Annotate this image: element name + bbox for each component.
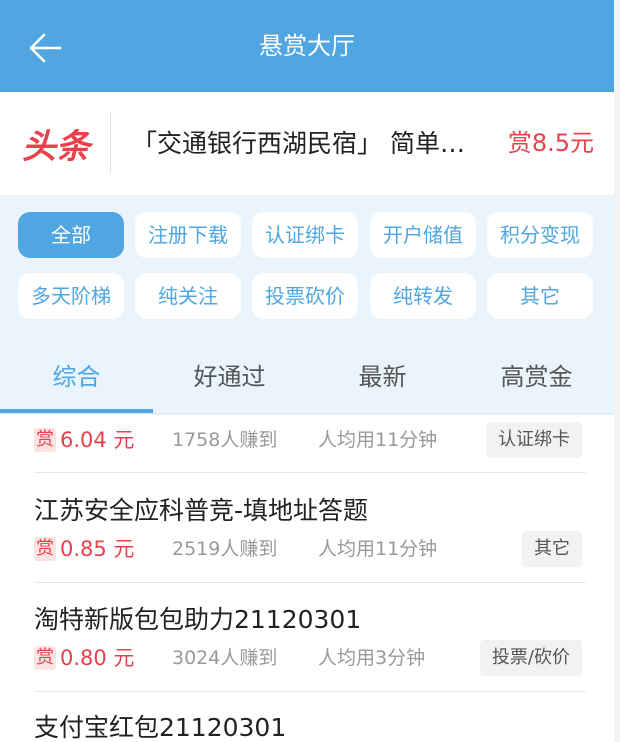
category-tag: 投票/砍价: [479, 640, 582, 676]
filter-chip-vote[interactable]: 投票砍价: [252, 273, 358, 319]
reward-badge: 赏: [34, 428, 56, 452]
average-time: 人均用3分钟: [318, 647, 426, 669]
filter-chip-other[interactable]: 其它: [487, 273, 593, 319]
svg-text:头条: 头条: [22, 127, 94, 167]
headline-news-text[interactable]: 「交通银行西湖民宿」 简单…: [132, 92, 472, 195]
average-time: 人均用11分钟: [318, 538, 438, 560]
headline-banner[interactable]: 头条 「交通银行西湖民宿」 简单… 赏8.5元: [0, 92, 614, 195]
reward-amount: 0.85 元: [60, 537, 135, 561]
task-row[interactable]: 支付宝红包21120301: [34, 710, 586, 742]
task-meta: 赏 0.85 元 2519人赚到 人均用11分钟 其它: [34, 531, 586, 567]
earned-count: 3024人赚到: [172, 647, 278, 669]
tabs-divider: [0, 413, 614, 414]
task-row[interactable]: 淘特新版包包助力21120301 赏 0.80 元 3024人赚到 人均用3分钟…: [34, 602, 586, 676]
filter-chip-follow[interactable]: 纯关注: [135, 273, 241, 319]
page-title: 悬赏大厅: [259, 32, 355, 60]
task-meta: 赏 6.04 元 1758人赚到 人均用11分钟 认证绑卡: [34, 422, 586, 458]
tab-comprehensive[interactable]: 综合: [0, 344, 153, 414]
filter-chip-multi-day[interactable]: 多天阶梯: [18, 273, 124, 319]
toutiao-logo: 头条: [22, 127, 94, 167]
earned-count: 2519人赚到: [172, 538, 278, 560]
task-name: 江苏安全应科普竞-填地址答题: [34, 496, 369, 525]
category-tag: 认证绑卡: [486, 422, 582, 458]
filter-chip-points[interactable]: 积分变现: [487, 212, 593, 258]
tab-easy-pass[interactable]: 好通过: [153, 344, 306, 414]
app-header: 悬赏大厅: [0, 0, 614, 92]
task-name: 淘特新版包包助力21120301: [34, 605, 362, 634]
filter-chip-open-account[interactable]: 开户储值: [370, 212, 476, 258]
earned-count: 1758人赚到: [172, 429, 278, 451]
headline-divider: [110, 112, 111, 174]
task-meta: 赏 0.80 元 3024人赚到 人均用3分钟 投票/砍价: [34, 640, 586, 676]
scrollbar[interactable]: [614, 0, 620, 742]
filter-chip-all[interactable]: 全部: [18, 212, 124, 258]
row-divider: [34, 691, 586, 692]
category-tag: 其它: [522, 531, 582, 567]
filter-chip-verify-card[interactable]: 认证绑卡: [252, 212, 358, 258]
task-row[interactable]: 江苏安全应科普竞-填地址答题 赏 0.85 元 2519人赚到 人均用11分钟 …: [34, 493, 586, 567]
headline-reward: 赏8.5元: [507, 129, 594, 157]
filter-chip-share[interactable]: 纯转发: [370, 273, 476, 319]
reward-amount: 0.80 元: [60, 646, 135, 670]
reward-amount: 6.04 元: [60, 428, 135, 452]
average-time: 人均用11分钟: [318, 429, 438, 451]
reward-badge: 赏: [34, 537, 56, 561]
tab-newest[interactable]: 最新: [306, 344, 459, 414]
row-divider: [34, 582, 586, 583]
reward-badge: 赏: [34, 646, 56, 670]
task-name: 支付宝红包21120301: [34, 713, 287, 742]
row-divider: [34, 472, 586, 473]
filter-chip-register-download[interactable]: 注册下载: [135, 212, 241, 258]
tab-high-reward[interactable]: 高赏金: [460, 344, 613, 414]
